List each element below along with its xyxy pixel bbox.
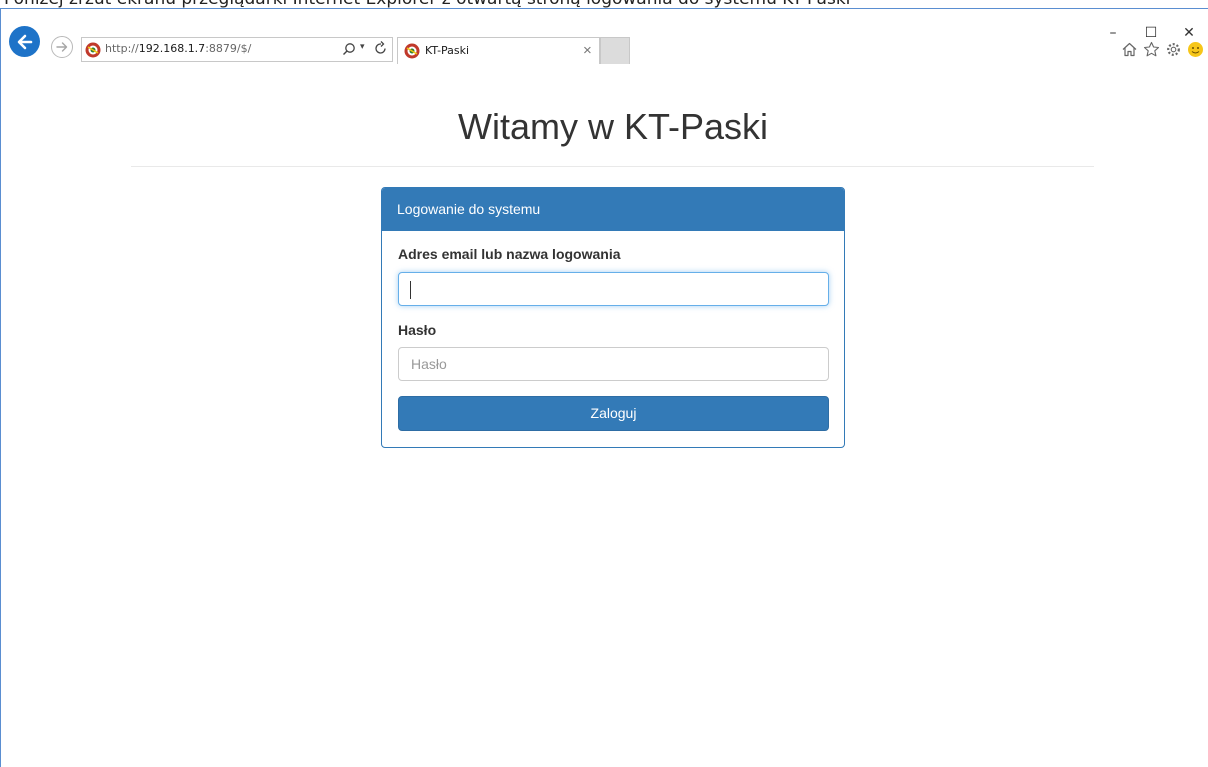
- star-icon[interactable]: [1142, 40, 1161, 59]
- gear-icon[interactable]: [1164, 40, 1183, 59]
- home-icon[interactable]: [1120, 40, 1139, 59]
- forward-button[interactable]: [51, 36, 73, 58]
- address-url[interactable]: http://192.168.1.7:8879/$/: [105, 42, 251, 55]
- login-label: Adres email lub nazwa logowania: [398, 246, 621, 262]
- title-divider: [131, 166, 1094, 167]
- forward-arrow-icon: [56, 42, 68, 52]
- ie-favicon-icon: [404, 43, 420, 59]
- url-rest: :8879/$/: [205, 42, 252, 55]
- refresh-icon[interactable]: [374, 41, 388, 56]
- smiley-icon[interactable]: [1186, 40, 1205, 59]
- password-label: Hasło: [398, 322, 437, 338]
- tab-kt-paski[interactable]: KT-Paski ×: [397, 37, 600, 64]
- url-host: 192.168.1.7: [138, 42, 206, 55]
- browser-tools: [1120, 40, 1205, 59]
- page-title: Witamy w KT-Paski: [457, 106, 769, 147]
- panel-heading: Logowanie do systemu: [382, 188, 844, 231]
- address-bar[interactable]: http://192.168.1.7:8879/$/ ▾: [81, 37, 393, 62]
- text-caret: [410, 281, 411, 299]
- url-prefix: http://: [105, 42, 139, 55]
- address-dropdown-icon[interactable]: ▾: [360, 41, 365, 52]
- back-arrow-icon: [17, 34, 32, 49]
- tab-title: KT-Paski: [425, 44, 470, 57]
- new-tab-button[interactable]: [600, 37, 630, 64]
- tab-close-icon[interactable]: ×: [583, 42, 592, 59]
- password-input[interactable]: [398, 347, 829, 381]
- login-panel: Logowanie do systemu Adres email lub naz…: [381, 187, 845, 448]
- login-button[interactable]: Zaloguj: [398, 396, 829, 431]
- search-icon[interactable]: [342, 42, 356, 56]
- login-input[interactable]: [398, 272, 829, 306]
- ie-favicon-icon: [85, 42, 101, 58]
- back-button[interactable]: [9, 26, 40, 57]
